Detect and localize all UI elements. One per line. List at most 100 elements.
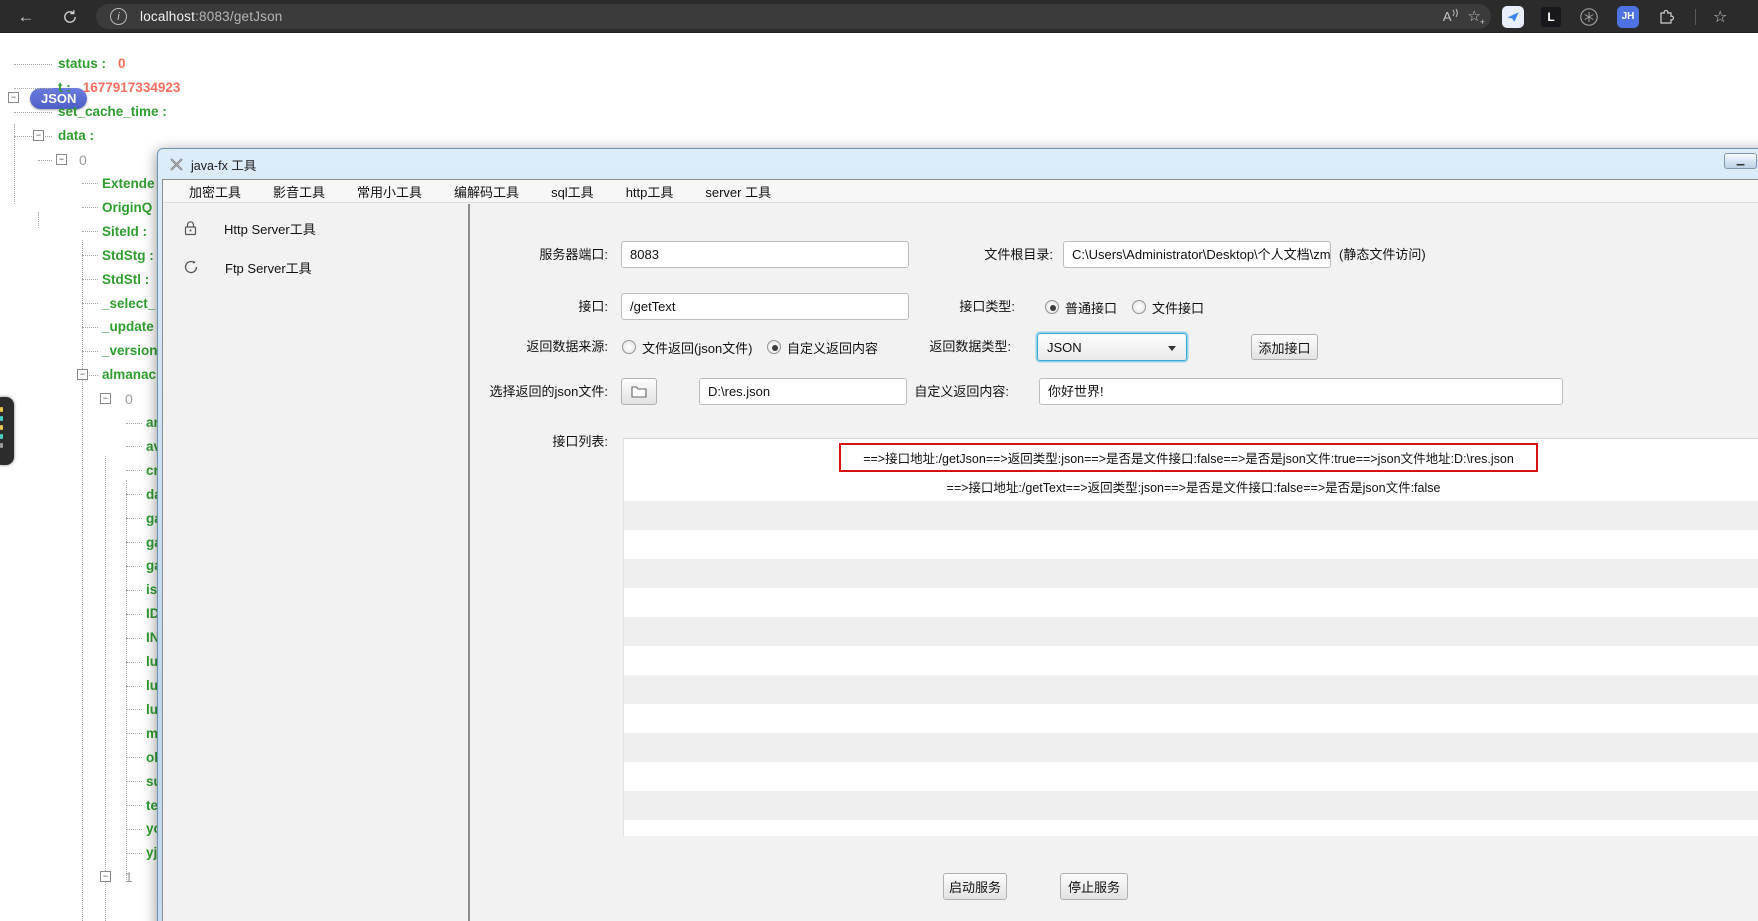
chevron-down-icon bbox=[1168, 346, 1176, 351]
api-list-row[interactable] bbox=[624, 617, 1758, 646]
tree-collapse-icon[interactable]: − bbox=[100, 871, 111, 882]
tree-key: 1 bbox=[125, 869, 133, 885]
add-api-button[interactable]: 添加接口 bbox=[1251, 334, 1318, 360]
menu-item[interactable]: 编解码工具 bbox=[444, 182, 529, 201]
radio-dot bbox=[622, 340, 636, 354]
extension-jh-icon[interactable]: JH bbox=[1617, 6, 1639, 28]
extensions-row: L JH ☆ bbox=[1502, 0, 1727, 33]
circular-arrow-icon bbox=[183, 259, 199, 275]
url-host: localhost bbox=[140, 9, 195, 24]
choose-json-label: 选择返回的json文件: bbox=[381, 378, 608, 406]
menu-item[interactable]: 影音工具 bbox=[263, 182, 335, 201]
extensions-puzzle-icon[interactable] bbox=[1656, 6, 1678, 28]
add-favorite-icon[interactable]: ☆+ bbox=[1468, 9, 1481, 24]
tree-key: _update bbox=[102, 319, 154, 334]
custom-content-label: 自定义返回内容: bbox=[821, 378, 1009, 406]
menu-item[interactable]: 加密工具 bbox=[179, 182, 251, 201]
api-list-row[interactable] bbox=[624, 762, 1758, 791]
static-access-note: (静态文件访问) bbox=[1339, 241, 1426, 269]
menu-item[interactable]: server 工具 bbox=[695, 182, 781, 201]
radio-normal-api[interactable]: 普通接口 bbox=[1045, 293, 1117, 321]
tree-collapse-icon[interactable]: − bbox=[77, 369, 88, 380]
window-content: 加密工具影音工具常用小工具编解码工具 sql工具 http工具 server 工具 H… bbox=[162, 179, 1758, 921]
api-list-row[interactable] bbox=[624, 501, 1758, 530]
return-type-dropdown[interactable]: JSON bbox=[1037, 333, 1187, 361]
tree-key: SiteId : bbox=[102, 224, 147, 239]
port-label: 服务器端口: bbox=[441, 241, 608, 269]
api-list-row[interactable]: ==>接口地址:/getJson==>返回类型:json==>是否是文件接口:f… bbox=[839, 443, 1538, 472]
api-list-row-text: ==>接口地址:/getText==>返回类型:json==>是否是文件接口:f… bbox=[947, 477, 1441, 496]
api-list-row[interactable] bbox=[624, 704, 1758, 733]
browser-toolbar: ← i localhost:8083/getJson A ☆+ L JH bbox=[0, 0, 1758, 33]
tree-key: 0 bbox=[125, 391, 133, 407]
url-bar[interactable]: i localhost:8083/getJson A ☆+ bbox=[96, 4, 1491, 29]
screenshot-root: ← i localhost:8083/getJson A ☆+ L JH bbox=[0, 0, 1758, 921]
api-list-row[interactable] bbox=[624, 791, 1758, 820]
url-text: localhost:8083/getJson bbox=[140, 9, 283, 24]
sidebar-item-http-server[interactable]: Http Server工具 bbox=[183, 214, 463, 242]
window-title: java-fx 工具 bbox=[191, 155, 256, 174]
tree-collapse-icon[interactable]: − bbox=[100, 393, 111, 404]
tools-icon bbox=[169, 157, 184, 172]
refresh-icon[interactable] bbox=[56, 0, 84, 33]
tree-key: _version bbox=[102, 343, 158, 358]
root-dir-input[interactable]: C:\Users\Administrator\Desktop\个人文档\zm- bbox=[1063, 241, 1331, 268]
tree-key: yj bbox=[146, 845, 157, 860]
menu-item[interactable]: sql工具 bbox=[541, 182, 604, 201]
tree-row: − data : bbox=[0, 124, 430, 148]
sidebar-item-ftp-server[interactable]: Ftp Server工具 bbox=[183, 253, 463, 281]
api-list-row[interactable]: ==>接口地址:/getText==>返回类型:json==>是否是文件接口:f… bbox=[624, 472, 1758, 501]
tree-row: − set_cache_time : bbox=[0, 100, 430, 124]
tree-key: Extende bbox=[102, 176, 155, 191]
sidebar-item-label: Ftp Server工具 bbox=[225, 258, 312, 277]
return-source-label: 返回数据来源: bbox=[441, 333, 608, 361]
tree-key: OriginQ bbox=[102, 200, 152, 215]
javafx-window: java-fx 工具 ▁ 加密工具影音工具常用小工具编解码工具 sql工具 http… bbox=[157, 148, 1758, 921]
api-list-row[interactable] bbox=[624, 588, 1758, 617]
extension-flower-icon[interactable] bbox=[1578, 6, 1600, 28]
tree-collapse-icon[interactable]: − bbox=[56, 154, 67, 165]
tree-collapse-icon[interactable]: − bbox=[33, 130, 44, 141]
folder-icon bbox=[631, 385, 647, 398]
tree-value: 0 bbox=[118, 56, 126, 71]
tree-key: _select_ bbox=[102, 296, 155, 311]
menu-item[interactable]: http工具 bbox=[616, 182, 684, 201]
api-list-row[interactable] bbox=[624, 646, 1758, 675]
radio-json-file-return[interactable]: 文件返回(json文件) bbox=[622, 333, 753, 361]
menu-bar: 加密工具影音工具常用小工具编解码工具 sql工具 http工具 server 工具 bbox=[163, 180, 1758, 203]
toolbar-divider bbox=[1695, 9, 1696, 25]
radio-file-api[interactable]: 文件接口 bbox=[1132, 293, 1204, 321]
site-info-icon[interactable]: i bbox=[110, 8, 127, 25]
favorites-bar-star-icon[interactable]: ☆ bbox=[1713, 7, 1727, 27]
api-list-row[interactable] bbox=[624, 733, 1758, 762]
tree-key: data : bbox=[58, 128, 94, 143]
browse-folder-button[interactable] bbox=[621, 378, 657, 405]
extension-l-icon[interactable]: L bbox=[1541, 7, 1561, 27]
api-list-row[interactable] bbox=[624, 675, 1758, 704]
custom-content-input[interactable]: 你好世界! bbox=[1039, 378, 1563, 405]
window-titlebar[interactable]: java-fx 工具 ▁ bbox=[158, 149, 1758, 179]
tree-key: is bbox=[146, 582, 157, 597]
api-list-row[interactable] bbox=[624, 820, 1758, 836]
api-list-label: 接口列表: bbox=[441, 432, 608, 452]
api-list-table[interactable]: ==>接口地址:/getJson==>返回类型:json==>是否是文件接口:f… bbox=[623, 438, 1758, 836]
tree-key: StdStg : bbox=[102, 248, 154, 263]
menu-item[interactable]: 常用小工具 bbox=[347, 182, 432, 201]
start-service-button[interactable]: 启动服务 bbox=[943, 873, 1007, 900]
tree-row: − status : 0 bbox=[0, 52, 430, 76]
read-aloud-icon[interactable]: A bbox=[1443, 9, 1452, 24]
stop-service-button[interactable]: 停止服务 bbox=[1060, 873, 1128, 900]
padlock-icon bbox=[183, 220, 198, 236]
tree-key: status : bbox=[58, 56, 106, 71]
back-icon[interactable]: ← bbox=[12, 0, 40, 33]
extension-bird-icon[interactable] bbox=[1502, 6, 1524, 28]
root-dir-label: 文件根目录: bbox=[861, 241, 1053, 269]
minimize-button[interactable]: ▁ bbox=[1724, 153, 1757, 169]
sidebar-handle[interactable] bbox=[0, 397, 14, 465]
api-list-row[interactable] bbox=[624, 530, 1758, 559]
api-list-row[interactable] bbox=[624, 559, 1758, 588]
tree-key: set_cache_time : bbox=[58, 104, 167, 119]
tree-row: − t : 1677917334923 bbox=[0, 76, 430, 100]
tree-key: t : bbox=[58, 80, 71, 95]
return-type-label: 返回数据类型: bbox=[821, 333, 1011, 361]
